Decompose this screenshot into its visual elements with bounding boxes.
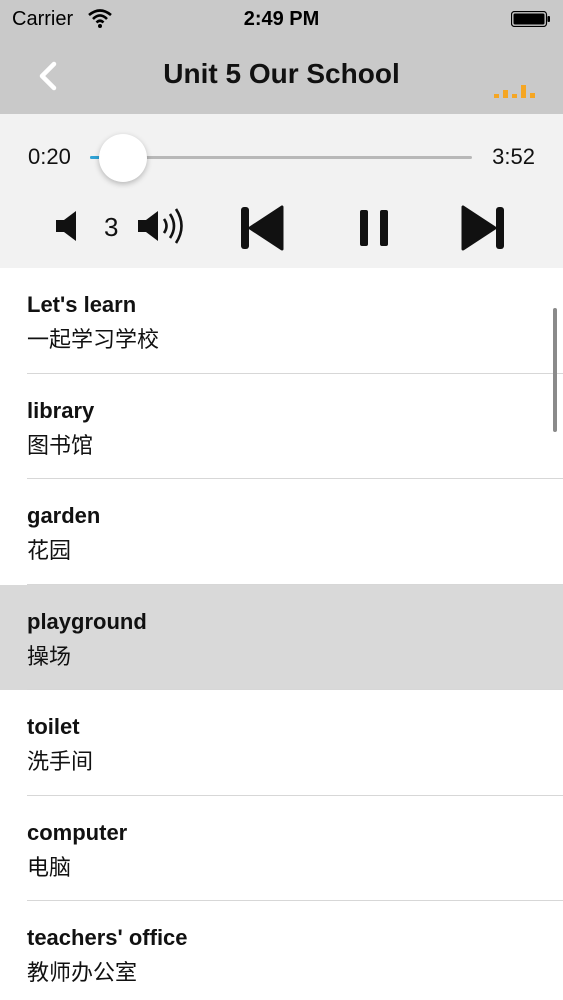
list-item[interactable]: teachers' office 教师办公室: [0, 901, 563, 1000]
header: Carrier 2:49 PM Unit 5 Our School: [0, 0, 563, 114]
list-item[interactable]: Let's learn 一起学习学校: [0, 268, 563, 374]
total-time: 3:52: [492, 144, 535, 169]
page-title: Unit 5 Our School: [163, 58, 400, 89]
pause-icon[interactable]: [353, 204, 397, 252]
item-word: library: [27, 397, 95, 423]
item-word: garden: [27, 503, 101, 528]
item-word: Let's learn: [27, 292, 137, 317]
battery-icon: [511, 11, 550, 27]
vocabulary-list: Let's learn 一起学习学校 library 图书馆 garden 花园…: [0, 268, 563, 1000]
item-translation: 电脑: [27, 855, 72, 881]
volume-up-icon[interactable]: [136, 204, 192, 248]
volume-level: 3: [104, 212, 119, 242]
previous-track-icon[interactable]: [238, 204, 286, 252]
scrollbar[interactable]: [553, 308, 557, 432]
item-word: teachers' office: [27, 925, 188, 950]
audio-player: 0:20 3:52 3: [0, 114, 563, 268]
current-time: 0:20: [28, 144, 71, 169]
item-word: playground: [27, 608, 147, 634]
item-translation: 洗手间: [27, 750, 94, 775]
list-item[interactable]: computer 电脑: [0, 796, 563, 901]
item-word: computer: [27, 819, 128, 845]
next-track-icon[interactable]: [458, 204, 510, 252]
status-bar: Carrier 2:49 PM: [0, 0, 563, 38]
item-translation: 一起学习学校: [27, 328, 160, 353]
volume-down-icon[interactable]: [52, 206, 86, 246]
progress-slider[interactable]: [90, 134, 472, 182]
item-word: toilet: [27, 714, 80, 739]
status-time: 2:49 PM: [243, 8, 320, 30]
progress-knob[interactable]: [98, 134, 147, 182]
progress-track: [90, 156, 472, 159]
list-item[interactable]: playground 操场: [0, 584, 563, 690]
item-translation: 花园: [27, 539, 72, 564]
item-translation: 操场: [27, 644, 72, 670]
list-item[interactable]: toilet 洗手间: [0, 690, 563, 796]
list-item[interactable]: garden 花园: [0, 479, 563, 585]
item-translation: 教师办公室: [27, 961, 138, 986]
navigation-bar: Unit 5 Our School: [0, 38, 563, 114]
item-translation: 图书馆: [27, 433, 94, 459]
list-item[interactable]: library 图书馆: [0, 374, 563, 479]
equalizer-icon: [494, 85, 535, 98]
